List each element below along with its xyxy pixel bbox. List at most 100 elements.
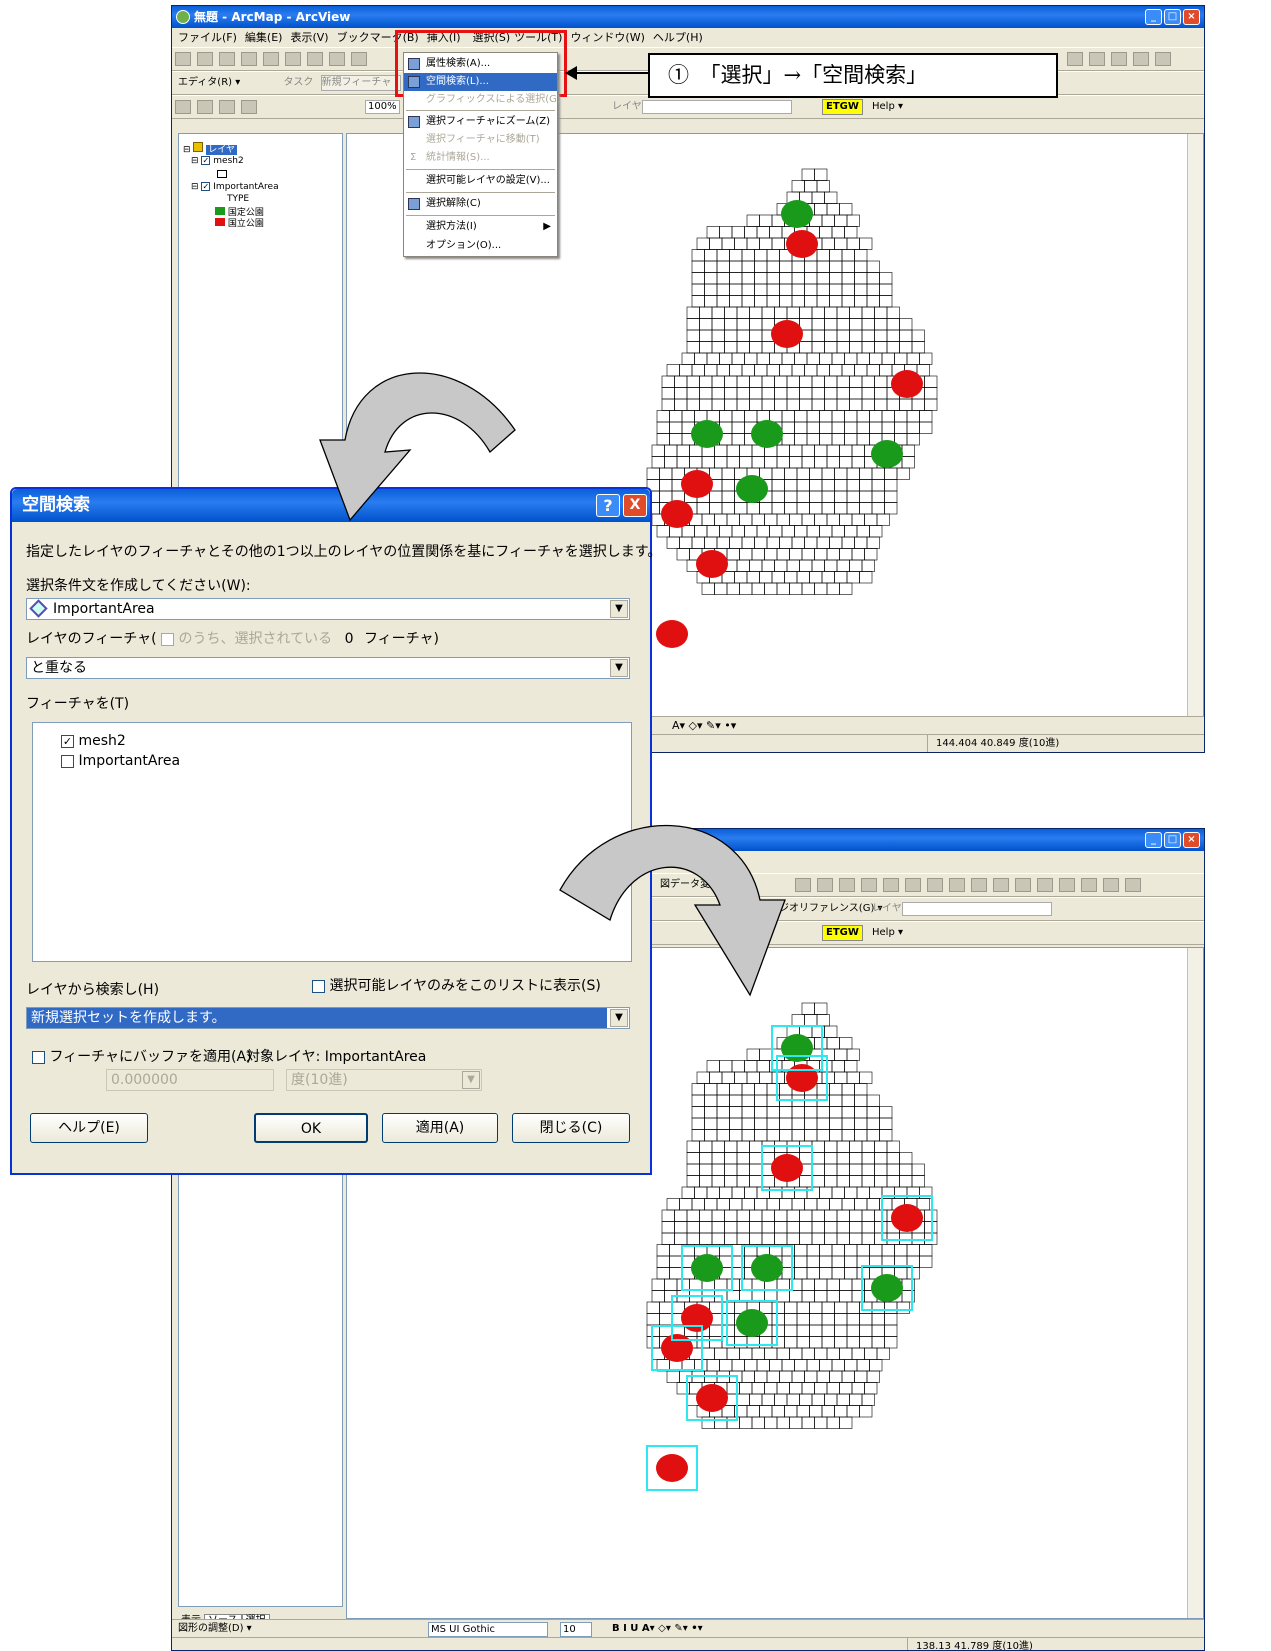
goto-xy-icon[interactable] [1103, 878, 1119, 892]
menu-view[interactable]: 表示(V) [290, 31, 328, 44]
importantarea-checkbox[interactable]: ✓ [201, 182, 211, 191]
measure-icon[interactable] [1111, 52, 1127, 66]
mesh-cell [714, 513, 728, 526]
hyperlink-icon[interactable] [1133, 52, 1149, 66]
font-color-icon[interactable]: A▾ ◇▾ ✎▾ •▾ [672, 719, 736, 732]
maximize-button[interactable]: □ [1164, 9, 1181, 25]
help-icon[interactable]: ? [596, 494, 620, 517]
font-size-dropdown[interactable]: 10 [560, 1622, 592, 1637]
dialog-close-button[interactable]: X [623, 494, 647, 517]
layer-dropdown[interactable] [902, 902, 1052, 916]
drawing-menu[interactable]: 図形の調整(D) ▾ [178, 1623, 252, 1634]
toc-layer-mesh2[interactable]: ⊟ ✓ mesh2 [191, 156, 244, 166]
fixed-zoom-out-icon[interactable] [883, 878, 899, 892]
menu-edit[interactable]: 編集(E) [245, 31, 283, 44]
minimize-button[interactable]: _ [1145, 9, 1162, 25]
format-buttons[interactable]: B I U A▾ ◇▾ ✎▾ •▾ [612, 1620, 703, 1638]
minimize-button[interactable]: _ [1145, 832, 1162, 848]
relation-combo[interactable]: と重なる ▼ [26, 657, 630, 679]
font-dropdown[interactable]: MS UI Gothic [428, 1622, 548, 1637]
buffer-option[interactable]: フィーチャにバッファを適用(A) [32, 1046, 252, 1066]
full-extent-icon[interactable] [241, 100, 257, 114]
menu-help[interactable]: ヘルプ(H) [653, 31, 703, 44]
chevron-down-icon[interactable]: ▼ [610, 659, 628, 677]
delete-icon[interactable] [329, 52, 345, 66]
zoom-level[interactable]: 100% [365, 100, 400, 114]
forward-icon[interactable] [971, 878, 987, 892]
importantarea-checkbox[interactable] [61, 754, 74, 768]
chevron-down-icon[interactable]: ▼ [610, 600, 628, 618]
clear-selected-icon[interactable] [1015, 878, 1031, 892]
save-icon[interactable] [219, 52, 235, 66]
editor-menu[interactable]: エディタ(R) ▾ [178, 77, 240, 88]
new-doc-icon[interactable] [175, 52, 191, 66]
mesh2-checkbox[interactable]: ✓ [201, 156, 211, 165]
goto-xy-icon[interactable] [1089, 52, 1105, 66]
menu-item-zoom-selected[interactable]: 選択フィーチャにズーム(Z) [404, 113, 557, 131]
maximize-button[interactable]: □ [1164, 832, 1181, 848]
mesh-cell [744, 410, 758, 423]
undo-icon[interactable] [351, 52, 367, 66]
buffer-distance-input[interactable]: 0.000000 [106, 1069, 274, 1091]
help-button[interactable]: ヘルプ(E) [30, 1113, 148, 1143]
etgw-button[interactable]: ETGW [822, 99, 863, 115]
menu-item-selection-method[interactable]: 選択方法(I) ▶ [404, 218, 557, 236]
chevron-down-icon[interactable]: ▼ [462, 1071, 480, 1089]
ok-button[interactable]: OK [254, 1113, 368, 1143]
toc-root[interactable]: ⊟ レイヤ [183, 142, 238, 155]
buffer-unit-combo[interactable]: 度(10進) ▼ [286, 1069, 482, 1091]
identify-icon[interactable] [1059, 878, 1075, 892]
select-features-icon[interactable] [993, 878, 1009, 892]
identify-icon[interactable] [1155, 52, 1171, 66]
help-menu-button[interactable]: Help ▾ [872, 96, 903, 118]
zoom-out-icon[interactable] [197, 100, 213, 114]
mesh2-checkbox[interactable]: ✓ [61, 734, 74, 748]
etgw-button[interactable]: ETGW [822, 925, 863, 941]
target-layer-list[interactable]: ✓ mesh2 ImportantArea [32, 722, 632, 962]
find-icon[interactable] [1081, 878, 1097, 892]
toc-layer-importantarea[interactable]: ⊟ ✓ ImportantArea [191, 182, 279, 192]
target-item-importantarea[interactable]: ImportantArea [61, 753, 180, 769]
zoom-in-icon[interactable] [175, 100, 191, 114]
find-icon[interactable] [1067, 52, 1083, 66]
cut-icon[interactable] [263, 52, 279, 66]
menu-item-attribute-search[interactable]: 属性検索(A)... [404, 55, 557, 73]
open-icon[interactable] [197, 52, 213, 66]
menu-item-options[interactable]: オプション(O)... [404, 237, 557, 255]
close-button[interactable]: × [1183, 832, 1200, 848]
mesh-cell [746, 571, 760, 584]
close-button[interactable]: × [1183, 9, 1200, 25]
menu-item-selectable-layers[interactable]: 選択可能レイヤの設定(V)... [404, 172, 557, 190]
fixed-zoom-in-icon[interactable] [861, 878, 877, 892]
globe-icon[interactable] [927, 878, 943, 892]
back-icon[interactable] [949, 878, 965, 892]
menu-item-clear-selection[interactable]: 選択解除(C) [404, 195, 557, 213]
paste-icon[interactable] [307, 52, 323, 66]
mesh-cell [744, 525, 758, 538]
method-combo[interactable]: 新規選択セットを作成します。 ▼ [26, 1007, 630, 1029]
vertical-scrollbar[interactable] [1187, 948, 1203, 1618]
help-menu-button[interactable]: Help ▾ [872, 922, 903, 944]
pan-icon[interactable] [905, 878, 921, 892]
layer-dropdown[interactable] [642, 100, 792, 114]
vertical-scrollbar[interactable] [1187, 134, 1203, 716]
mesh-cell [846, 1313, 860, 1326]
menu-item-spatial-search[interactable]: 空間検索(L)... [404, 73, 557, 91]
target-item-mesh2[interactable]: ✓ mesh2 [61, 733, 126, 749]
print-icon[interactable] [241, 52, 257, 66]
pan-icon[interactable] [219, 100, 235, 114]
copy-icon[interactable] [285, 52, 301, 66]
task-dropdown[interactable]: 新規フィーチャ [320, 75, 401, 91]
menu-file[interactable]: ファイル(F) [178, 31, 237, 44]
menu-window[interactable]: ウィンドウ(W) [570, 31, 644, 44]
measure-icon[interactable] [1125, 878, 1141, 892]
close-dialog-button[interactable]: 閉じる(C) [512, 1113, 630, 1143]
selectable-only-checkbox[interactable] [312, 979, 325, 993]
select-elements-icon[interactable] [1037, 878, 1053, 892]
selected-only-checkbox[interactable] [161, 632, 175, 646]
apply-button[interactable]: 適用(A) [382, 1113, 498, 1143]
buffer-checkbox[interactable] [32, 1050, 45, 1064]
zoom-out-icon[interactable] [839, 878, 855, 892]
source-layer-combo[interactable]: ImportantArea ▼ [26, 598, 630, 620]
chevron-down-icon[interactable]: ▼ [610, 1009, 628, 1027]
